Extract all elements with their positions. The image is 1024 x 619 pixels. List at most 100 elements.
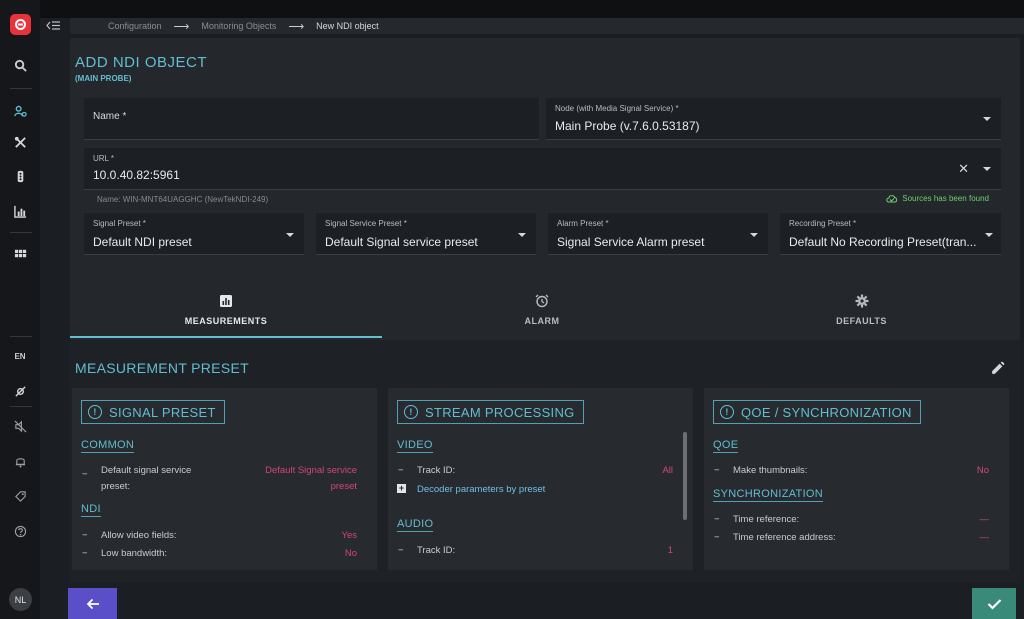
menu-collapse-icon[interactable] — [46, 19, 61, 37]
group-video: VIDEO — [397, 439, 433, 453]
sidebar-divider — [10, 232, 32, 233]
signal-service-preset-label: Signal Service Preset * — [325, 219, 407, 228]
info-icon: ! — [720, 405, 734, 419]
dash-icon: − — [714, 465, 720, 476]
traffic-light-icon[interactable] — [0, 164, 40, 188]
chevron-down-icon[interactable] — [983, 117, 991, 121]
qoe-sync-card-title: QOE / SYNCHRONIZATION — [741, 404, 912, 420]
signal-service-preset-select[interactable]: Signal Service Preset * Default Signal s… — [316, 213, 536, 255]
chevron-down-icon[interactable] — [518, 233, 526, 237]
node-select-value: Main Probe (v.7.6.0.53187) — [555, 119, 700, 133]
page-subtitle: (MAIN PROBE) — [75, 74, 132, 83]
stream-processing-badge: ! STREAM PROCESSING — [397, 400, 584, 424]
row-value: — — [979, 532, 990, 543]
tab-measurements[interactable]: MEASUREMENTS — [70, 290, 382, 338]
name-field[interactable]: Name * — [84, 98, 539, 140]
tab-defaults[interactable]: DEFAULTS — [703, 290, 1020, 338]
brightness-icon[interactable] — [0, 379, 40, 403]
tag-icon[interactable] — [0, 484, 40, 508]
clear-icon[interactable]: ✕ — [958, 161, 969, 177]
language-switch[interactable]: EN — [0, 352, 40, 361]
breadcrumb-configuration[interactable]: Configuration — [108, 21, 162, 31]
source-status-text: Sources has been found — [902, 194, 989, 203]
group-synchronization: SYNCHRONIZATION — [713, 488, 824, 502]
breadcrumb-arrow-icon: ⟶ — [173, 20, 190, 33]
name-field-label: Name * — [93, 111, 127, 122]
signal-service-preset-value: Default Signal service preset — [325, 235, 478, 249]
row-key: Default signal service — [101, 465, 192, 476]
dash-icon: − — [398, 465, 404, 476]
alarm-preset-value: Signal Service Alarm preset — [557, 235, 705, 249]
tab-alarm-label: ALARM — [524, 316, 560, 326]
tab-defaults-label: DEFAULTS — [836, 316, 887, 326]
row-value: — — [979, 514, 990, 525]
qoe-sync-badge: ! QOE / SYNCHRONIZATION — [713, 400, 921, 424]
logo-icon — [15, 19, 26, 30]
card-scrollbar[interactable] — [683, 432, 687, 520]
tab-alarm[interactable]: ALARM — [384, 290, 700, 338]
row-value: No — [976, 465, 989, 476]
group-audio: AUDIO — [397, 518, 434, 532]
dash-icon: − — [714, 514, 720, 525]
reports-chart-icon[interactable] — [0, 199, 40, 223]
row-value: No — [344, 548, 357, 559]
signal-preset-select[interactable]: Signal Preset * Default NDI preset — [84, 213, 304, 255]
dash-icon: − — [398, 545, 404, 556]
row-key: Time reference address: — [733, 532, 836, 543]
url-select-value: 10.0.40.82:5961 — [93, 168, 180, 182]
signal-preset-card: ! SIGNAL PRESET COMMON − Default signal … — [72, 388, 377, 570]
edit-pencil-icon[interactable] — [990, 361, 1005, 381]
app-root: EN NL Configuration ⟶ Monitoring Objects… — [0, 0, 1024, 619]
row-value: Default Signal service — [265, 465, 357, 476]
url-select[interactable]: URL * 10.0.40.82:5961 ✕ — [84, 148, 1001, 190]
row-value: All — [662, 465, 673, 476]
node-select-label: Node (with Media Signal Service) * — [555, 104, 679, 113]
back-button[interactable] — [68, 588, 117, 619]
confirm-button[interactable] — [972, 588, 1016, 619]
recording-preset-select[interactable]: Recording Preset * Default No Recording … — [780, 213, 1001, 255]
row-value: Yes — [341, 530, 358, 541]
signal-preset-badge: ! SIGNAL PRESET — [81, 400, 225, 424]
group-qoe: QOE — [713, 439, 739, 453]
users-settings-icon[interactable] — [0, 99, 40, 123]
chevron-down-icon[interactable] — [286, 233, 294, 237]
recording-preset-label: Recording Preset * — [789, 219, 857, 228]
dash-icon: − — [82, 548, 88, 559]
measurement-preset-title: MEASUREMENT PRESET — [75, 360, 249, 376]
decoder-params-link[interactable]: Decoder parameters by preset — [417, 484, 545, 495]
chevron-down-icon[interactable] — [750, 233, 758, 237]
default-signal-service-row: − Default signal service preset: Default… — [81, 465, 357, 495]
row-key: Track ID: — [417, 545, 456, 556]
breadcrumb-monitoring-objects[interactable]: Monitoring Objects — [201, 21, 276, 31]
top-bar — [40, 0, 1024, 18]
row-value: preset — [330, 481, 357, 492]
check-icon — [987, 598, 1001, 610]
alarm-clock-icon — [535, 294, 549, 308]
search-icon[interactable] — [0, 53, 40, 77]
tools-icon[interactable] — [0, 130, 40, 154]
expand-plus-icon[interactable]: + — [397, 484, 406, 493]
node-select[interactable]: Node (with Media Signal Service) * Main … — [546, 98, 1001, 140]
bell-icon[interactable] — [0, 449, 40, 473]
app-logo[interactable] — [10, 14, 31, 35]
row-value: 1 — [667, 545, 673, 556]
alarm-preset-select[interactable]: Alarm Preset * Signal Service Alarm pres… — [548, 213, 768, 255]
user-avatar[interactable]: NL — [9, 588, 32, 611]
chevron-down-icon[interactable] — [983, 167, 991, 171]
cloud-check-icon — [886, 195, 898, 203]
row-key: Make thumbnails: — [733, 465, 808, 476]
mute-icon[interactable] — [0, 414, 40, 438]
sidebar-divider — [10, 88, 32, 89]
row-key: preset: — [101, 481, 131, 492]
breadcrumb: Configuration ⟶ Monitoring Objects ⟶ New… — [70, 18, 1024, 34]
qoe-sync-card: ! QOE / SYNCHRONIZATION QOE − Make thumb… — [704, 388, 1009, 570]
help-icon[interactable] — [0, 519, 40, 543]
dash-icon: − — [82, 530, 88, 541]
row-key: Allow video fields: — [101, 530, 177, 541]
sidebar: EN NL — [0, 0, 40, 619]
gear-icon — [855, 294, 868, 308]
dashboard-grid-icon[interactable] — [0, 241, 40, 265]
info-icon: ! — [404, 405, 418, 419]
row-key: Track ID: — [417, 465, 456, 476]
chevron-down-icon[interactable] — [985, 233, 993, 237]
